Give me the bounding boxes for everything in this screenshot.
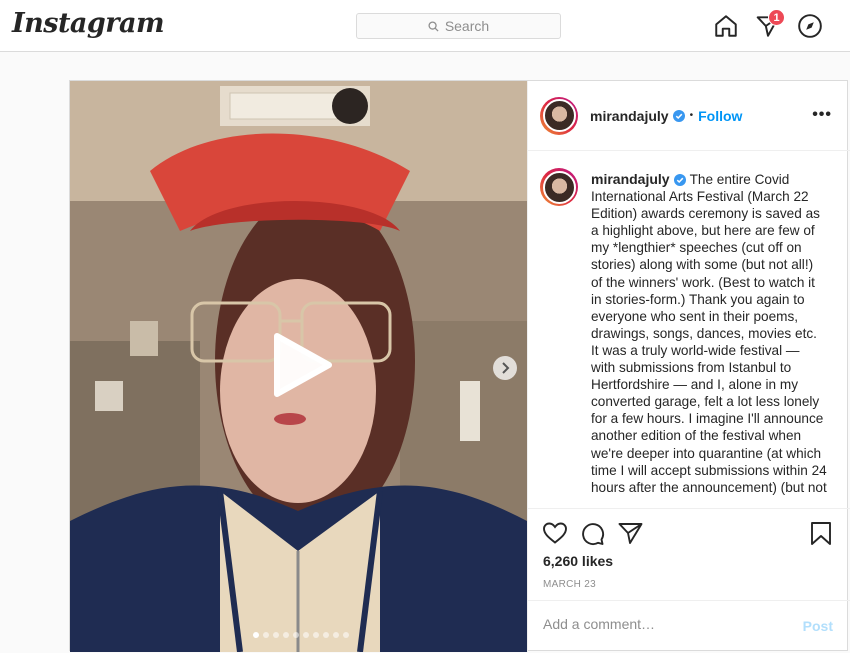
carousel-dot [253, 632, 259, 638]
separator-dot: • [689, 110, 694, 121]
share-icon[interactable] [618, 521, 643, 545]
caption-avatar[interactable] [540, 168, 578, 206]
search-input[interactable]: Search [356, 13, 561, 39]
post-comment-button[interactable]: Post [803, 618, 833, 634]
post-card: mirandajuly • Follow ••• mirandajuly The … [69, 80, 850, 652]
carousel-dot [263, 632, 269, 638]
post-actions: 6,260 likes MARCH 23 Post [528, 508, 850, 652]
post-video[interactable] [70, 81, 527, 652]
comment-form: Post [528, 600, 850, 653]
carousel-dot [323, 632, 329, 638]
likes-count[interactable]: 6,260 likes [543, 553, 613, 569]
more-options-button[interactable]: ••• [812, 107, 832, 123]
post-sidebar: mirandajuly • Follow ••• mirandajuly The … [527, 81, 850, 652]
post-date[interactable]: MARCH 23 [543, 579, 596, 590]
caption-section[interactable]: mirandajuly The entire Covid Internationa… [528, 152, 850, 508]
play-icon[interactable] [271, 332, 333, 398]
carousel-dot [283, 632, 289, 638]
avatar-image [542, 99, 576, 132]
caption-verified-badge-icon [673, 174, 686, 187]
carousel-dot [273, 632, 279, 638]
carousel-indicator [253, 632, 349, 638]
carousel-next-button[interactable] [493, 356, 517, 380]
caption: mirandajuly The entire Covid Internationa… [591, 171, 827, 496]
comment-input[interactable] [543, 616, 773, 632]
search-icon [428, 20, 439, 32]
avatar[interactable] [540, 96, 578, 135]
comment-icon[interactable] [580, 521, 605, 546]
carousel-dot [333, 632, 339, 638]
save-bookmark-icon[interactable] [810, 521, 832, 546]
top-navbar: Instagram Search 1 [0, 0, 850, 52]
caption-avatar-image [542, 170, 576, 204]
caption-username[interactable]: mirandajuly [591, 171, 670, 187]
verified-badge-icon [672, 109, 685, 122]
home-icon[interactable] [713, 13, 739, 39]
follow-button[interactable]: Follow [698, 108, 742, 124]
carousel-dot [293, 632, 299, 638]
explore-icon[interactable] [797, 13, 823, 39]
carousel-dot [343, 632, 349, 638]
carousel-dot [313, 632, 319, 638]
carousel-dot [303, 632, 309, 638]
chevron-right-icon [502, 362, 510, 374]
post-header: mirandajuly • Follow ••• [528, 81, 850, 151]
post-username[interactable]: mirandajuly [590, 108, 669, 124]
like-heart-icon[interactable] [542, 521, 568, 545]
instagram-logo[interactable]: Instagram [12, 8, 165, 39]
caption-body: The entire Covid International Arts Fest… [591, 172, 827, 495]
activity-badge: 1 [768, 9, 785, 26]
search-placeholder: Search [444, 18, 490, 34]
